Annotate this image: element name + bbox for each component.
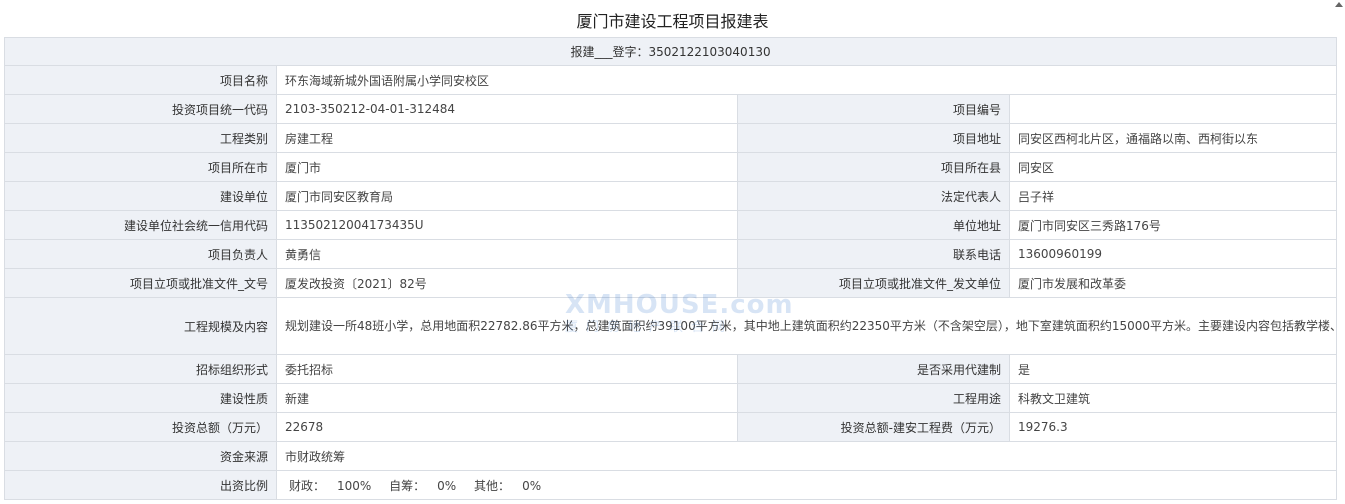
table-row: 建设性质 新建 工程用途 科教文卫建筑 xyxy=(4,383,1338,413)
table-row: 建设单位 厦门市同安区教育局 法定代表人 吕子祥 xyxy=(4,181,1338,211)
project-number-value xyxy=(1008,94,1338,124)
project-city-label: 项目所在市 xyxy=(4,152,277,182)
registration-number: 报建___登字：3502122103040130 xyxy=(3,37,1338,66)
scale-value: 规划建设一所48班小学，总用地面积22782.86平方米，总建筑面积约39100… xyxy=(275,297,1338,355)
nature-label: 建设性质 xyxy=(4,383,277,413)
project-category-label: 工程类别 xyxy=(4,123,277,153)
investment-code-label: 投资项目统一代码 xyxy=(4,94,277,124)
funding-ratio-label: 出资比例 xyxy=(4,470,277,500)
ratio-self: 自筹： 0% xyxy=(389,477,456,494)
project-name-value: 环东海域新城外国语附属小学同安校区 xyxy=(275,65,1338,95)
table-row: 资金来源 市财政统筹 xyxy=(4,441,1338,471)
total-investment-label: 投资总额（万元） xyxy=(4,412,277,442)
table-row: 投资总额（万元） 22678 投资总额-建安工程费（万元） 19276.3 xyxy=(4,412,1338,442)
page-title: 厦门市建设工程项目报建表 xyxy=(576,12,769,31)
ratio-other: 其他： 0% xyxy=(474,477,541,494)
ratio-other-name: 其他： xyxy=(474,478,511,493)
ratio-self-value: 0% xyxy=(437,478,457,493)
table-row: 出资比例 财政： 100% 自筹： 0% 其他： 0% xyxy=(4,470,1338,500)
ratio-finance-name: 财政： xyxy=(289,478,326,493)
fund-source-value: 市财政统筹 xyxy=(275,441,1338,471)
table-row: 工程规模及内容 规划建设一所48班小学，总用地面积22782.86平方米，总建筑… xyxy=(4,297,1338,355)
legal-rep-value: 吕子祥 xyxy=(1008,181,1338,211)
project-name-label: 项目名称 xyxy=(4,65,277,95)
table-row: 项目负责人 黄勇信 联系电话 13600960199 xyxy=(4,239,1338,269)
table-row: 投资项目统一代码 2103-350212-04-01-312484 项目编号 xyxy=(4,94,1338,124)
ratio-finance-value: 100% xyxy=(337,478,372,493)
nature-value: 新建 xyxy=(276,383,738,413)
project-county-label: 项目所在县 xyxy=(737,152,1010,182)
scale-label: 工程规模及内容 xyxy=(4,297,277,355)
builder-label: 建设单位 xyxy=(4,181,277,211)
table-row: 招标组织形式 委托招标 是否采用代建制 是 xyxy=(4,354,1338,384)
unit-address-value: 厦门市同安区三秀路176号 xyxy=(1008,210,1338,240)
phone-label: 联系电话 xyxy=(737,239,1010,269)
project-category-value: 房建工程 xyxy=(276,123,738,153)
project-number-label: 项目编号 xyxy=(737,94,1010,124)
table-row: 工程类别 房建工程 项目地址 同安区西柯北片区，通福路以南、西柯街以东 xyxy=(4,123,1338,153)
investment-code-value: 2103-350212-04-01-312484 xyxy=(276,94,738,124)
project-address-value: 同安区西柯北片区，通福路以南、西柯街以东 xyxy=(1008,123,1338,153)
approval-unit-label: 项目立项或批准文件_发文单位 xyxy=(737,268,1010,298)
credit-code-value: 11350212004173435U xyxy=(276,210,738,240)
legal-rep-label: 法定代表人 xyxy=(737,181,1010,211)
funding-ratio-value: 财政： 100% 自筹： 0% 其他： 0% xyxy=(275,470,1338,500)
table-row: 项目立项或批准文件_文号 厦发改投资〔2021〕82号 项目立项或批准文件_发文… xyxy=(4,268,1338,298)
tender-form-value: 委托招标 xyxy=(276,354,738,384)
ratio-other-value: 0% xyxy=(522,478,542,493)
construction-cost-label: 投资总额-建安工程费（万元） xyxy=(737,412,1010,442)
usage-label: 工程用途 xyxy=(737,383,1010,413)
tender-form-label: 招标组织形式 xyxy=(4,354,277,384)
table-row: 项目名称 环东海域新城外国语附属小学同安校区 xyxy=(4,65,1338,95)
agent-system-label: 是否采用代建制 xyxy=(737,354,1010,384)
table-row: 项目所在市 厦门市 项目所在县 同安区 xyxy=(4,152,1338,182)
ratio-self-name: 自筹： xyxy=(389,478,426,493)
approval-doc-label: 项目立项或批准文件_文号 xyxy=(4,268,277,298)
approval-unit-value: 厦门市发展和改革委 xyxy=(1008,268,1338,298)
project-city-value: 厦门市 xyxy=(276,152,738,182)
project-registration-table: 报建___登字：3502122103040130 项目名称 环东海域新城外国语附… xyxy=(3,37,1338,500)
project-lead-label: 项目负责人 xyxy=(4,239,277,269)
scroll-up-arrow-icon[interactable] xyxy=(1335,2,1343,7)
registration-row: 报建___登字：3502122103040130 xyxy=(3,37,1338,66)
ratio-finance: 财政： 100% xyxy=(289,477,371,494)
total-investment-value: 22678 xyxy=(276,412,738,442)
fund-source-label: 资金来源 xyxy=(4,441,277,471)
construction-cost-value: 19276.3 xyxy=(1008,412,1338,442)
agent-system-value: 是 xyxy=(1008,354,1338,384)
usage-value: 科教文卫建筑 xyxy=(1008,383,1338,413)
unit-address-label: 单位地址 xyxy=(737,210,1010,240)
builder-value: 厦门市同安区教育局 xyxy=(276,181,738,211)
phone-value: 13600960199 xyxy=(1008,239,1338,269)
project-address-label: 项目地址 xyxy=(737,123,1010,153)
table-row: 建设单位社会统一信用代码 11350212004173435U 单位地址 厦门市… xyxy=(4,210,1338,240)
project-county-value: 同安区 xyxy=(1008,152,1338,182)
credit-code-label: 建设单位社会统一信用代码 xyxy=(4,210,277,240)
approval-doc-value: 厦发改投资〔2021〕82号 xyxy=(276,268,738,298)
project-lead-value: 黄勇信 xyxy=(276,239,738,269)
